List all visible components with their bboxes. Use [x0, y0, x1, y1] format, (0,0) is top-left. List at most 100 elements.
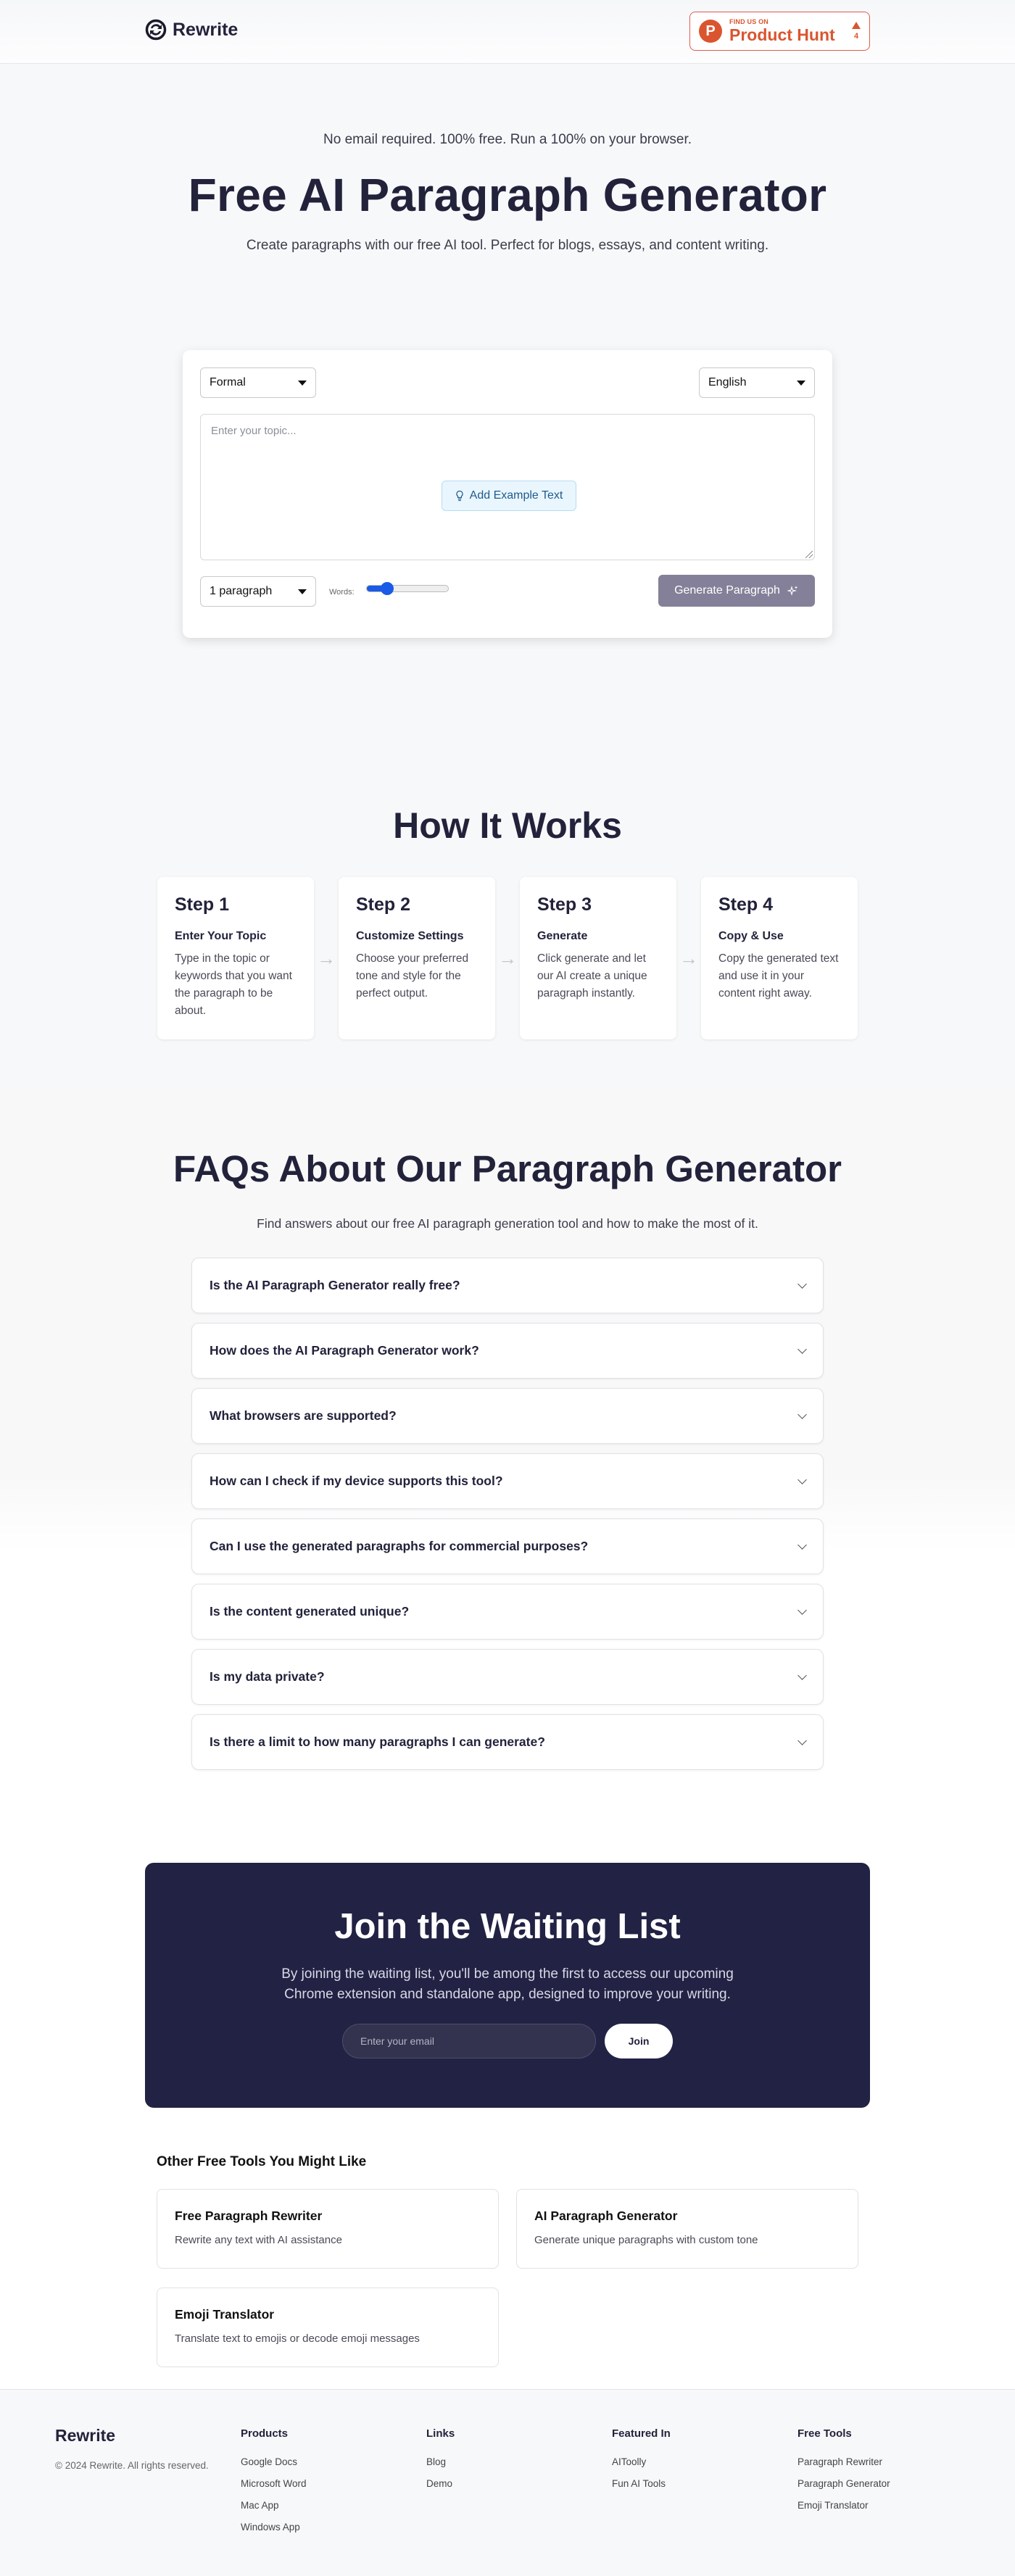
- email-input[interactable]: [342, 2024, 596, 2058]
- generate-paragraph-label: Generate Paragraph: [674, 584, 780, 597]
- step-name: Copy & Use: [718, 930, 784, 942]
- chevron-down-icon: [798, 1735, 807, 1745]
- arrow-right-icon: →: [679, 947, 698, 969]
- step-name: Customize Settings: [356, 930, 464, 942]
- product-hunt-icon: P: [699, 20, 722, 43]
- footer-link[interactable]: Blog: [426, 2456, 455, 2467]
- ph-votes: 4: [852, 22, 861, 41]
- faq-item[interactable]: Is there a limit to how many paragraphs …: [191, 1714, 824, 1770]
- step-description: Copy the generated text and use it in yo…: [718, 952, 839, 1000]
- add-example-text-button[interactable]: Add Example Text: [442, 481, 576, 511]
- tool-description: Generate unique paragraphs with custom t…: [534, 2234, 758, 2246]
- caret-down-icon: [298, 589, 307, 594]
- footer-column-title: Free Tools: [798, 2427, 852, 2440]
- paragraph-count-value: 1 paragraph: [210, 585, 273, 597]
- footer-link[interactable]: Google Docs: [241, 2456, 307, 2467]
- footer-column-title: Products: [241, 2427, 289, 2440]
- generator-card: Formal English Enter your topic... Add E…: [183, 350, 832, 638]
- ph-big-label: Product Hunt: [729, 25, 835, 44]
- language-select[interactable]: English: [699, 367, 815, 398]
- footer-link[interactable]: Paragraph Rewriter: [798, 2456, 890, 2467]
- faq-item[interactable]: Is my data private?: [191, 1649, 824, 1705]
- footer-link[interactable]: Fun AI Tools: [612, 2478, 671, 2489]
- footer-link[interactable]: Mac App: [241, 2500, 307, 2511]
- footer-link[interactable]: Microsoft Word: [241, 2478, 307, 2489]
- arrow-right-icon: →: [498, 947, 517, 969]
- logo-text: Rewrite: [173, 19, 239, 40]
- step-card: Step 3 Generate Click generate and let o…: [520, 877, 676, 1039]
- generate-paragraph-button[interactable]: Generate Paragraph: [658, 575, 815, 607]
- chevron-down-icon: [798, 1279, 807, 1289]
- footer-column-free-tools: Free Tools Paragraph Rewriter Paragraph …: [798, 2427, 890, 2511]
- step-name: Generate: [537, 930, 588, 942]
- footer-brand: Rewrite © 2024 Rewrite. All rights reser…: [55, 2426, 209, 2471]
- chevron-down-icon: [798, 1409, 807, 1419]
- ph-small-label: FIND US ON: [729, 18, 769, 25]
- faq-item[interactable]: What browsers are supported?: [191, 1388, 824, 1444]
- words-slider-thumb[interactable]: [381, 582, 394, 595]
- faq-question: Is the AI Paragraph Generator really fre…: [210, 1278, 460, 1292]
- language-select-value: English: [708, 376, 747, 389]
- footer-column-title: Links: [426, 2427, 455, 2440]
- sparkles-icon: [787, 586, 798, 596]
- words-slider[interactable]: [366, 582, 449, 595]
- faq-question: Is there a limit to how many paragraphs …: [210, 1734, 545, 1749]
- arrow-right-icon: →: [317, 947, 336, 969]
- other-tools-title: Other Free Tools You Might Like: [157, 2154, 367, 2169]
- footer-link[interactable]: Paragraph Generator: [798, 2478, 890, 2489]
- paragraph-count-select[interactable]: 1 paragraph: [200, 576, 316, 607]
- step-card: Step 4 Copy & Use Copy the generated tex…: [701, 877, 858, 1039]
- step-card: Step 2 Customize Settings Choose your pr…: [339, 877, 495, 1039]
- faq-question: How can I check if my device supports th…: [210, 1474, 503, 1488]
- step-number: Step 2: [356, 894, 411, 915]
- how-it-works-title: How It Works: [393, 805, 622, 846]
- footer-column-links: Links Blog Demo: [426, 2427, 455, 2489]
- faq-item[interactable]: Is the AI Paragraph Generator really fre…: [191, 1258, 824, 1313]
- topic-placeholder: Enter your topic...: [211, 425, 297, 437]
- logo-link[interactable]: Rewrite: [145, 19, 238, 41]
- faq-item[interactable]: How does the AI Paragraph Generator work…: [191, 1323, 824, 1379]
- tool-card-paragraph-rewriter[interactable]: Free Paragraph Rewriter Rewrite any text…: [157, 2189, 499, 2269]
- faq-question: What browsers are supported?: [210, 1408, 397, 1423]
- resize-handle[interactable]: [805, 551, 813, 558]
- steps-row: Step 1 Enter Your Topic Type in the topi…: [157, 877, 858, 1039]
- tools-grid: Free Paragraph Rewriter Rewrite any text…: [157, 2189, 858, 2367]
- footer-link[interactable]: Demo: [426, 2478, 455, 2489]
- waitlist-section: Join the Waiting List By joining the wai…: [145, 1863, 870, 2108]
- footer-link[interactable]: AIToolly: [612, 2456, 671, 2467]
- faq-subtitle: Find answers about our free AI paragraph…: [257, 1216, 758, 1231]
- page-title: Free AI Paragraph Generator: [188, 169, 827, 221]
- tool-name: Free Paragraph Rewriter: [175, 2209, 323, 2223]
- hero-tagline: No email required. 100% free. Run a 100%…: [323, 132, 692, 147]
- hero-section: No email required. 100% free. Run a 100%…: [0, 64, 1015, 738]
- tone-select[interactable]: Formal: [200, 367, 316, 398]
- product-hunt-badge[interactable]: P FIND US ON Product Hunt 4: [689, 12, 870, 51]
- caret-down-icon: [797, 380, 805, 386]
- add-example-text-label: Add Example Text: [469, 489, 563, 502]
- tool-card-emoji-translator[interactable]: Emoji Translator Translate text to emoji…: [157, 2288, 499, 2367]
- hero-subtitle: Create paragraphs with our free AI tool.…: [246, 238, 769, 253]
- tool-description: Translate text to emojis or decode emoji…: [175, 2332, 420, 2345]
- step-description: Choose your preferred tone and style for…: [356, 952, 469, 1000]
- step-name: Enter Your Topic: [175, 930, 267, 942]
- faq-item[interactable]: Can I use the generated paragraphs for c…: [191, 1518, 824, 1574]
- step-number: Step 4: [718, 894, 774, 915]
- step-number: Step 1: [175, 894, 230, 915]
- topic-input[interactable]: Enter your topic... Add Example Text: [200, 414, 815, 560]
- step-description: Type in the topic or keywords that you w…: [175, 952, 292, 1017]
- footer-column-products: Products Google Docs Microsoft Word Mac …: [241, 2427, 307, 2533]
- chevron-down-icon: [798, 1474, 807, 1484]
- join-button[interactable]: Join: [605, 2024, 673, 2058]
- faq-list: Is the AI Paragraph Generator really fre…: [191, 1258, 824, 1770]
- faq-section: FAQs About Our Paragraph Generator Find …: [0, 1086, 1015, 1863]
- faq-question: How does the AI Paragraph Generator work…: [210, 1343, 479, 1358]
- chevron-down-icon: [798, 1540, 807, 1550]
- faq-item[interactable]: How can I check if my device supports th…: [191, 1453, 824, 1509]
- footer-link[interactable]: Windows App: [241, 2522, 307, 2533]
- rewrite-logo-icon: [145, 19, 167, 41]
- tool-card-paragraph-generator[interactable]: AI Paragraph Generator Generate unique p…: [516, 2189, 858, 2269]
- tool-name: Emoji Translator: [175, 2307, 275, 2322]
- faq-question: Is my data private?: [210, 1669, 325, 1684]
- faq-item[interactable]: Is the content generated unique?: [191, 1584, 824, 1640]
- footer-link[interactable]: Emoji Translator: [798, 2500, 890, 2511]
